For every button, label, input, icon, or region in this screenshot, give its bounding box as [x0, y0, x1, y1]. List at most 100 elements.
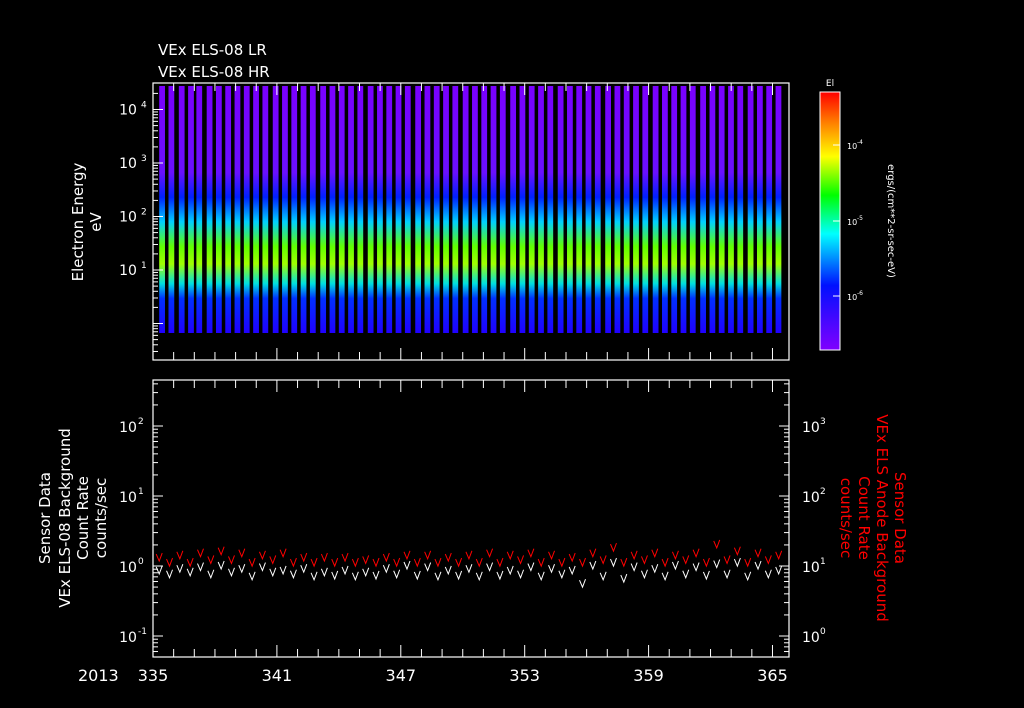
spectrogram-pass-31 [452, 86, 459, 333]
series-0-point-26 [424, 562, 432, 572]
spectrogram-pass-23 [377, 86, 383, 333]
series-1-point-49 [661, 557, 669, 568]
series-1-point-42 [589, 548, 597, 559]
x-year-label: 2013 [78, 666, 119, 685]
spectrogram-pass-24 [386, 86, 393, 333]
series-1-point-39 [558, 557, 566, 568]
series-0-point-39 [558, 569, 566, 580]
spectrogram-pass-21 [357, 86, 364, 333]
series-1-point-52 [692, 548, 700, 559]
left-ytick-label-3: 10 [119, 420, 137, 436]
series-1-point-48 [651, 548, 659, 559]
series-0-point-51 [682, 569, 690, 580]
series-1-point-19 [351, 557, 359, 568]
series-1-point-47 [640, 555, 648, 565]
spectrogram-pass-44 [576, 86, 583, 333]
spectrogram-pass-28 [424, 86, 431, 333]
series-0-point-23 [393, 569, 401, 580]
left-ytick-exp-1: 0 [138, 557, 144, 567]
spectrogram-pass-45 [585, 86, 592, 333]
spectrogram-pass-38 [519, 86, 526, 333]
spec-ytick-exp-2: 3 [141, 154, 147, 164]
spectrogram-pass-1 [168, 86, 175, 333]
series-1-point-60 [775, 550, 783, 561]
left-ytick-exp-2: 1 [138, 487, 144, 497]
spec-ytick-label-3: 10 [119, 103, 137, 119]
series-0-point-24 [403, 560, 411, 571]
x-tick-label-2: 347 [386, 666, 417, 685]
series-0-point-35 [517, 569, 525, 580]
series-1-point-26 [424, 550, 432, 561]
spec-ytick-exp-3: 4 [141, 101, 147, 111]
series-0-point-19 [351, 571, 359, 582]
spectrogram-pass-55 [680, 86, 687, 333]
spectrogram-pass-59 [718, 86, 725, 333]
spectrogram-pass-14 [291, 86, 298, 333]
spectrogram-pass-36 [499, 86, 506, 333]
x-tick-label-1: 341 [262, 666, 293, 685]
series-0-point-47 [640, 569, 648, 580]
colorbar-tick-exp-2: -6 [857, 290, 863, 297]
series-1-point-6 [217, 546, 225, 557]
series-1-point-12 [279, 548, 287, 559]
spectrogram-pass-60 [728, 86, 734, 333]
series-0-point-38 [548, 564, 556, 574]
spectrogram-pass-9 [243, 86, 250, 333]
series-0-point-15 [310, 571, 318, 582]
right-ytick-label-3: 10 [802, 420, 820, 436]
spectrogram-pass-19 [338, 86, 345, 333]
series-0-point-43 [599, 571, 607, 582]
series-1-point-29 [455, 557, 463, 568]
series-0-point-3 [186, 567, 194, 578]
series-1-point-58 [754, 548, 762, 559]
series-1-point-34 [506, 550, 514, 561]
spectrogram-pass-57 [700, 86, 706, 333]
left-ytick-exp-3: 2 [138, 417, 144, 427]
left-ytick-label-0: 10 [119, 630, 137, 646]
colorbar-title: El [826, 79, 834, 89]
spectrogram-pass-8 [234, 86, 241, 333]
series-1-point-15 [310, 557, 318, 568]
spectrogram-title-hr: VEx ELS-08 HR [158, 63, 270, 81]
series-1-point-33 [496, 557, 504, 568]
spectrogram-title-lr: VEx ELS-08 LR [158, 41, 267, 59]
spectrogram-pass-10 [253, 86, 259, 333]
series-0-point-17 [331, 570, 339, 581]
spectrogram-pass-12 [272, 86, 279, 333]
series-0-point-4 [197, 562, 204, 572]
series-1-point-45 [620, 557, 628, 568]
spectrogram-pass-34 [481, 86, 488, 333]
series-1-point-41 [579, 557, 586, 568]
series-1-point-40 [568, 552, 576, 563]
spectrogram-pass-43 [567, 86, 573, 333]
series-0-point-54 [713, 559, 721, 569]
series-1-point-54 [713, 539, 721, 550]
series-0-point-37 [537, 571, 545, 582]
series-0-point-55 [723, 569, 731, 580]
spectrogram-pass-5 [206, 86, 213, 333]
spectrogram-pass-62 [747, 86, 754, 333]
line-axes: 10 -110 010 110 210 010 110 210 3 [119, 383, 826, 653]
series-1-point-20 [362, 555, 370, 565]
series-0-point-49 [661, 571, 669, 582]
series-1-point-57 [744, 557, 752, 568]
series-1-point-32 [486, 548, 494, 559]
spectrogram-ylabel-2: eV [87, 212, 105, 232]
series-1-point-28 [444, 552, 452, 563]
series-0-point-50 [671, 560, 679, 571]
spectrogram-pass-7 [225, 86, 232, 333]
plot-canvas: VEx ELS-08 LR VEx ELS-08 HR 10 110 210 310 4… [36, 41, 909, 685]
spectrogram-pass-40 [538, 86, 544, 333]
spectrogram-ylabel-1: Electron Energy [69, 162, 87, 281]
right-ylabel-2: VEx ELS Anode Background [873, 414, 891, 621]
series-0-point-32 [486, 562, 494, 572]
spectrogram-pass-64 [766, 86, 773, 333]
line-series [155, 539, 783, 589]
spectrogram-passes [159, 86, 782, 333]
colorbar-tick-label-1: 10 [847, 218, 857, 227]
spectrogram-pass-29 [433, 86, 440, 333]
spectrogram-pass-41 [547, 86, 554, 333]
series-1-point-36 [527, 548, 535, 559]
left-ylabel-1: Sensor Data [36, 472, 54, 564]
series-1-point-25 [413, 557, 421, 568]
